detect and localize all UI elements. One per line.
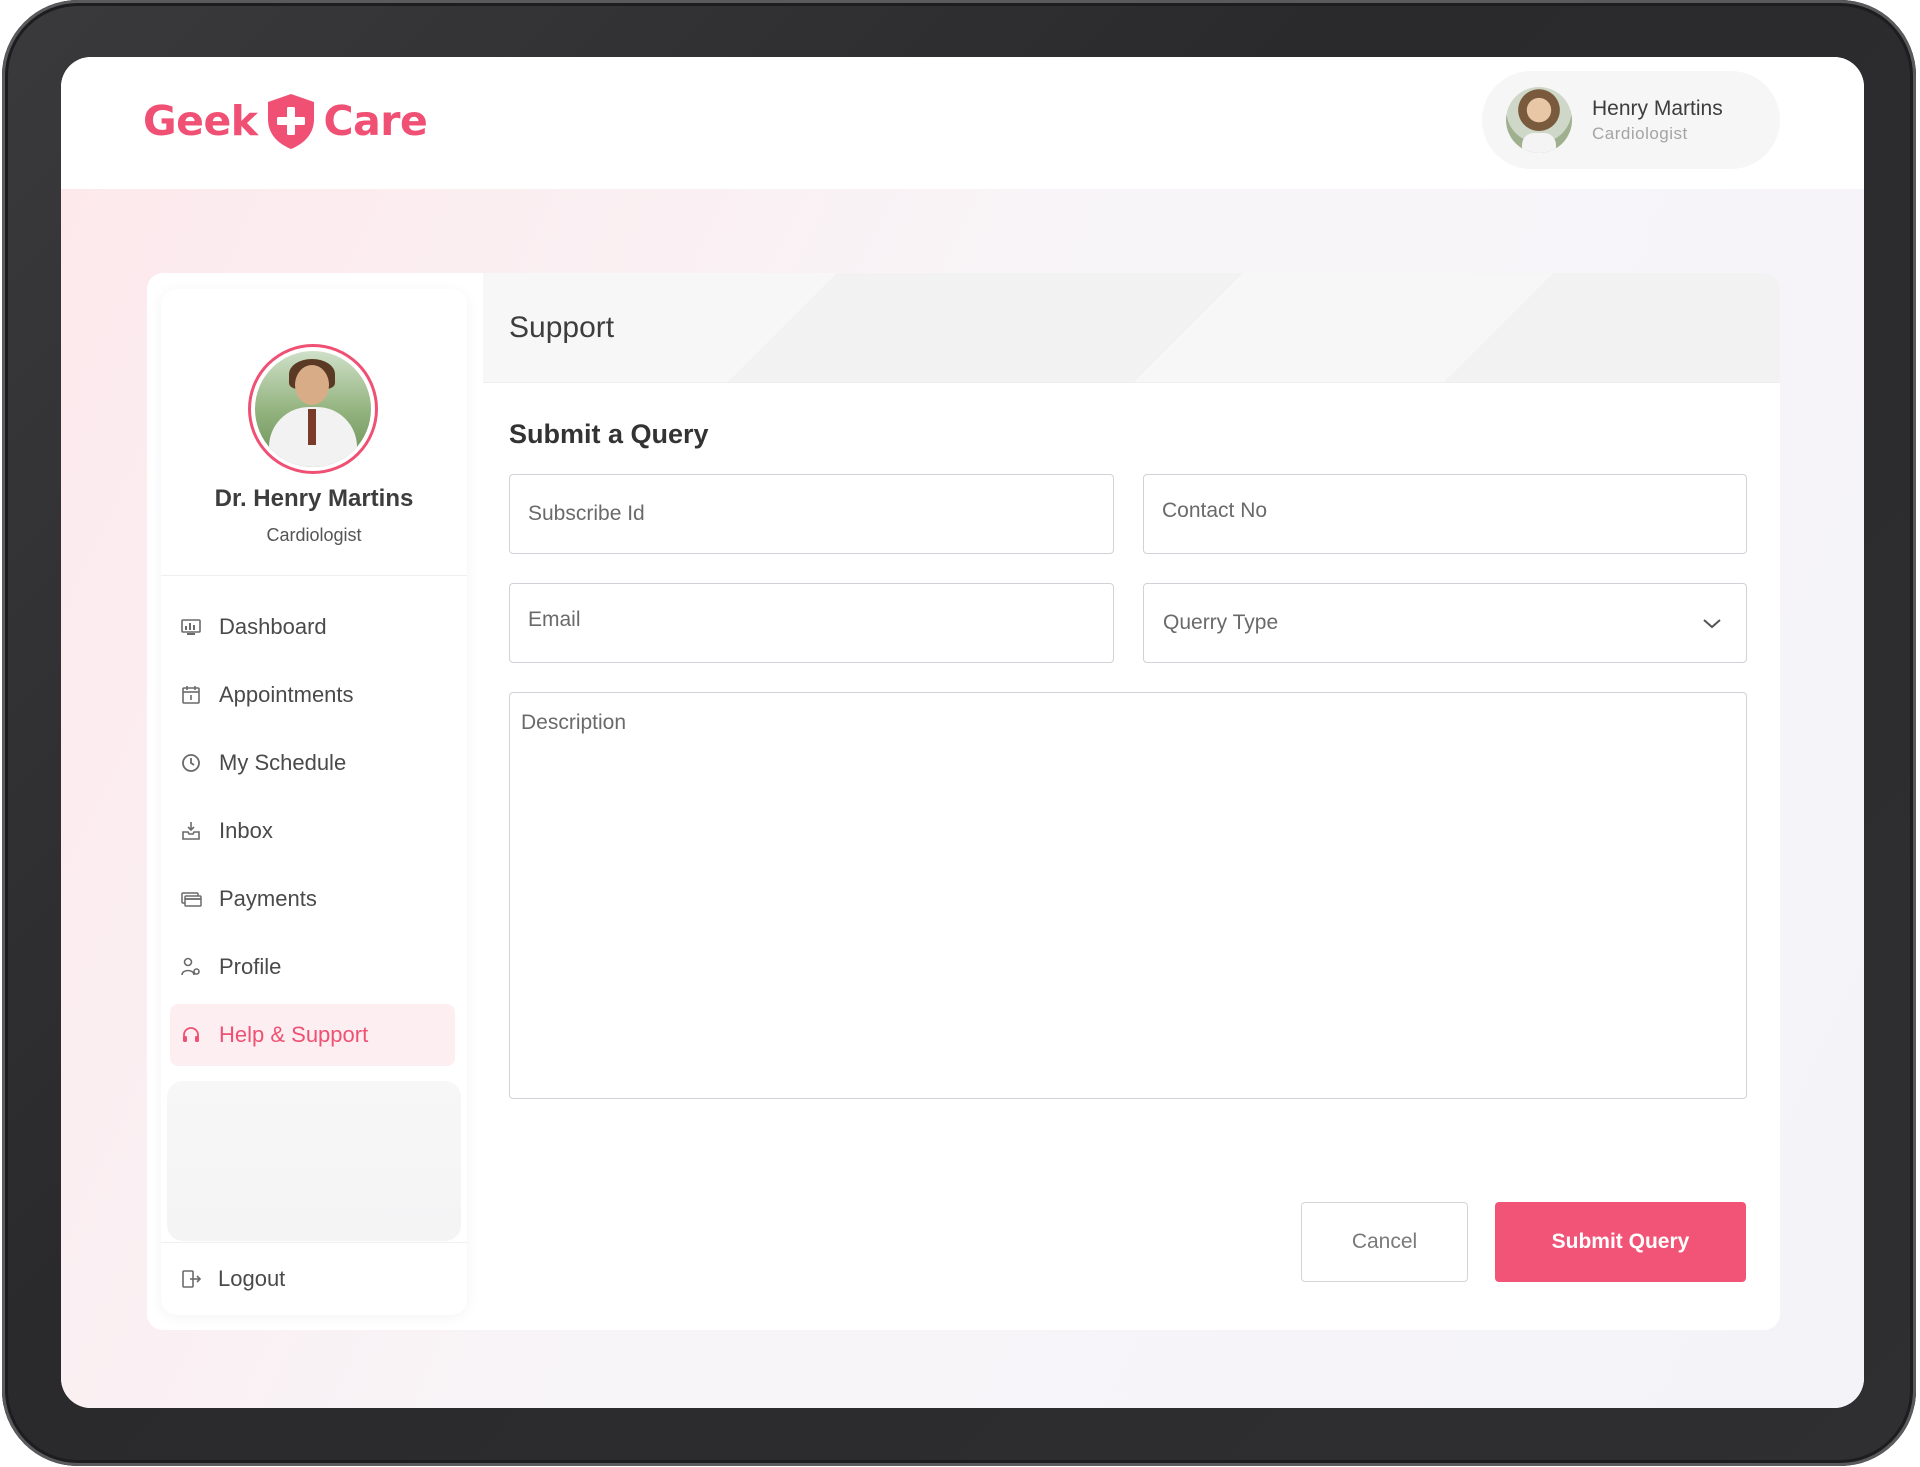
sidebar-item-label: My Schedule bbox=[219, 750, 347, 775]
logout-icon bbox=[180, 1268, 202, 1290]
description-textarea[interactable] bbox=[510, 693, 1746, 1098]
header-decor bbox=[837, 273, 1133, 382]
doctor-photo bbox=[255, 351, 371, 467]
user-chip-text: Henry Martins Cardiologist bbox=[1592, 97, 1723, 144]
sidebar-item-label: Inbox bbox=[219, 818, 273, 843]
sidebar-item-my-schedule[interactable]: My Schedule bbox=[170, 732, 455, 794]
sidebar-nav: Dashboard Appointments My Schedule Inbox… bbox=[161, 596, 467, 1072]
query-type-select[interactable]: Querry Type bbox=[1143, 583, 1747, 663]
query-type-value: Querry Type bbox=[1163, 611, 1279, 634]
logout-button[interactable]: Logout bbox=[161, 1242, 467, 1315]
sidebar-item-payments[interactable]: Payments bbox=[170, 868, 455, 930]
headset-icon bbox=[180, 1024, 202, 1046]
dashboard-icon bbox=[180, 616, 202, 638]
sidebar: Dr. Henry Martins Cardiologist Dashboard bbox=[161, 289, 467, 1315]
shield-plus-icon bbox=[267, 94, 314, 149]
form-title: Submit a Query bbox=[509, 419, 709, 449]
chevron-down-icon bbox=[1700, 611, 1724, 635]
clock-icon bbox=[180, 752, 202, 774]
sidebar-item-label: Payments bbox=[219, 886, 317, 911]
email-field[interactable] bbox=[509, 583, 1114, 663]
sidebar-item-label: Appointments bbox=[219, 682, 354, 707]
page-title: Support bbox=[509, 311, 615, 344]
sidebar-item-profile[interactable]: Profile bbox=[170, 936, 455, 998]
description-field[interactable] bbox=[509, 692, 1747, 1099]
sidebar-item-appointments[interactable]: Appointments bbox=[170, 664, 455, 726]
profile-avatar bbox=[248, 344, 378, 474]
photo-tie bbox=[308, 409, 316, 445]
sidebar-profile: Dr. Henry Martins Cardiologist bbox=[161, 289, 467, 576]
logo-text-left: Geek bbox=[143, 97, 258, 145]
sidebar-item-label: Profile bbox=[219, 954, 282, 979]
user-role: Cardiologist bbox=[1592, 123, 1688, 143]
user-menu[interactable]: Henry Martins Cardiologist bbox=[1482, 71, 1780, 169]
contact-no-field[interactable] bbox=[1143, 474, 1747, 554]
header-decor bbox=[1133, 273, 1243, 382]
user-name: Henry Martins bbox=[1592, 96, 1723, 120]
brand-logo[interactable]: Geek Care bbox=[143, 91, 428, 151]
profile-name: Dr. Henry Martins bbox=[214, 485, 414, 512]
page-header: Support bbox=[483, 273, 1780, 383]
user-settings-icon bbox=[180, 956, 202, 978]
submit-query-button[interactable]: Submit Query bbox=[1495, 1202, 1746, 1282]
subscribe-id-field[interactable] bbox=[509, 474, 1114, 554]
sidebar-item-dashboard[interactable]: Dashboard bbox=[170, 596, 455, 658]
header-decor bbox=[727, 273, 837, 382]
logout-label: Logout bbox=[218, 1266, 286, 1291]
logo-text-right: Care bbox=[323, 97, 428, 145]
app-screen: Geek Care Henry Martins Cardiologist Dr.… bbox=[61, 57, 1864, 1408]
subscribe-id-input[interactable] bbox=[510, 475, 1113, 553]
contact-no-input[interactable] bbox=[1144, 475, 1746, 553]
main-card: Dr. Henry Martins Cardiologist Dashboard bbox=[147, 273, 1780, 1330]
top-header: Geek Care Henry Martins Cardiologist bbox=[61, 57, 1864, 189]
sidebar-item-label: Help & Support bbox=[219, 1022, 369, 1047]
email-input[interactable] bbox=[510, 584, 1113, 662]
sidebar-spacer bbox=[167, 1081, 461, 1241]
sidebar-item-label: Dashboard bbox=[219, 614, 327, 639]
cancel-button[interactable]: Cancel bbox=[1301, 1202, 1468, 1282]
sidebar-item-inbox[interactable]: Inbox bbox=[170, 800, 455, 862]
inbox-icon bbox=[180, 820, 202, 842]
tablet-frame: Geek Care Henry Martins Cardiologist Dr.… bbox=[2, 0, 1916, 1466]
profile-role: Cardiologist bbox=[266, 525, 362, 545]
header-decor bbox=[1443, 273, 1553, 382]
header-decor bbox=[1553, 273, 1780, 382]
photo-face bbox=[295, 365, 329, 405]
calendar-icon bbox=[180, 684, 202, 706]
avatar bbox=[1506, 87, 1572, 153]
credit-card-icon bbox=[180, 888, 202, 910]
sidebar-item-help-support[interactable]: Help & Support bbox=[170, 1004, 455, 1066]
